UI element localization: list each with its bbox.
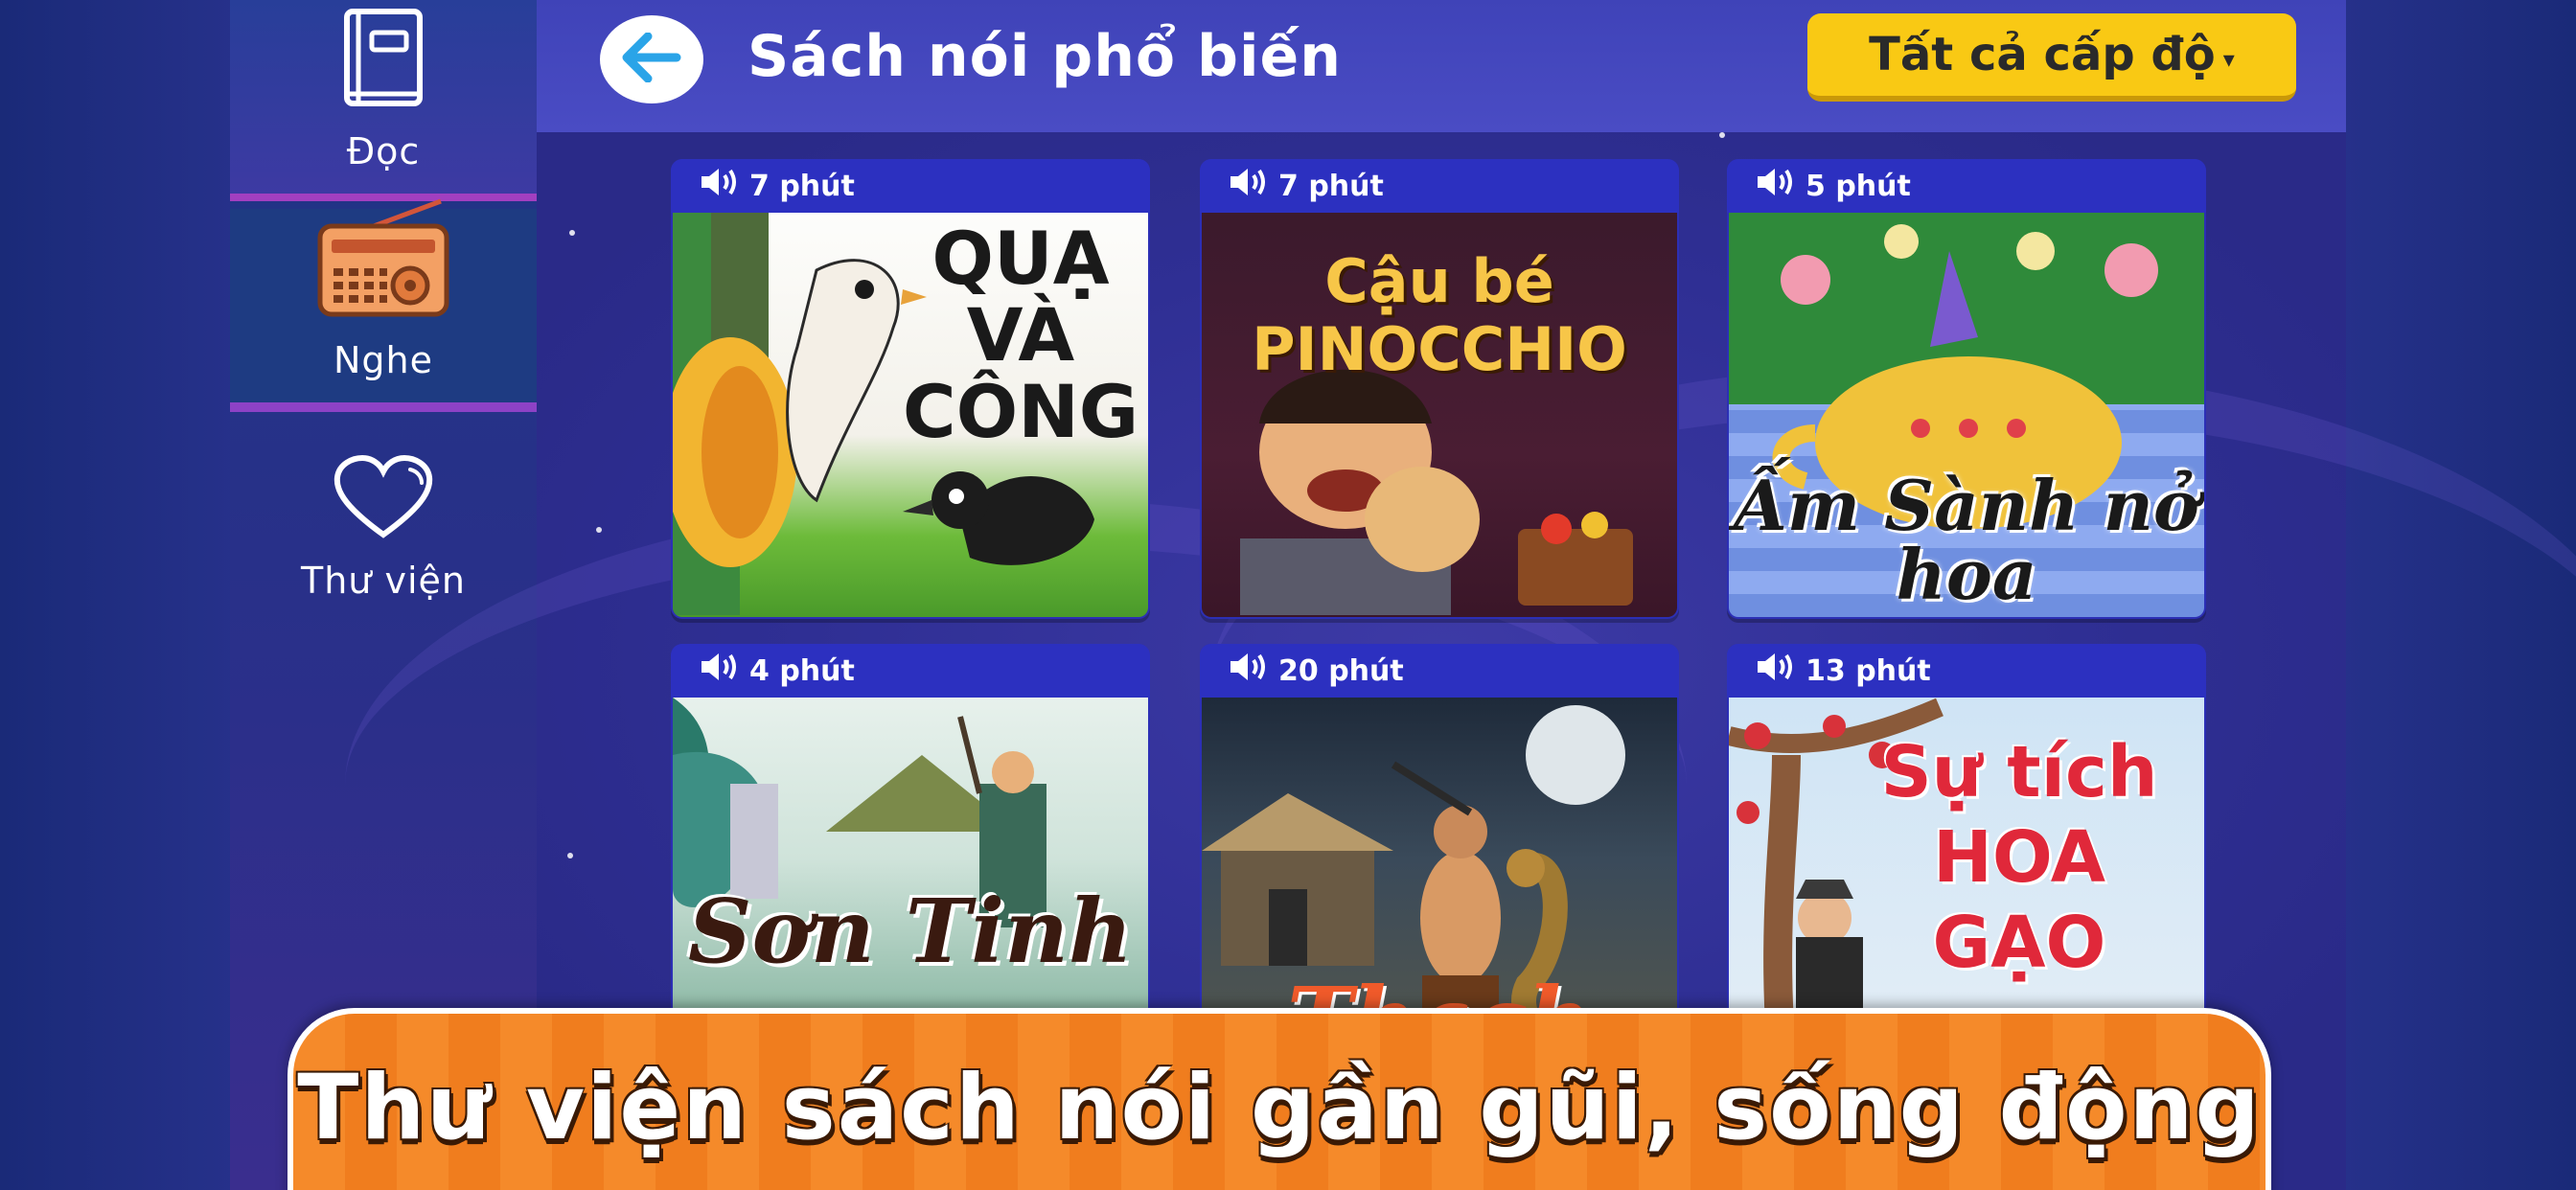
duration-label: 7 phút <box>1278 169 1384 203</box>
cover-title: Ấm Sành nở hoa <box>1734 465 2199 615</box>
duration-label: 5 phút <box>1806 169 1911 203</box>
card-header: 13 phút <box>1727 644 2206 698</box>
sidebar-item-label: Nghe <box>333 339 433 381</box>
banner-text: Thư viện sách nói gần gũi, sống động <box>297 1056 2262 1160</box>
speaker-icon <box>700 651 749 691</box>
cover-title: Cậu bé PINOCCHIO <box>1252 246 1627 385</box>
back-button[interactable] <box>600 15 703 103</box>
page-title: Sách nói phổ biến <box>748 23 1342 90</box>
arrow-left-icon <box>621 32 682 86</box>
book-icon <box>337 6 429 117</box>
card-header: 4 phút <box>671 644 1150 698</box>
cover-title: Sơn Tinh <box>688 880 1133 983</box>
star-decoration <box>567 853 573 858</box>
sidebar-item-thu-vien[interactable]: Thư viện <box>230 422 537 623</box>
star-decoration <box>569 230 575 236</box>
duration-label: 13 phút <box>1806 653 1931 688</box>
star-decoration <box>596 527 602 533</box>
page-header: Sách nói phổ biến Tất cả cấp độ ▾ <box>537 0 2346 132</box>
speaker-icon <box>700 166 749 206</box>
cover-title: QUẠ VÀ CÔNG <box>902 216 1139 454</box>
speaker-icon <box>1229 651 1278 691</box>
card-header: 7 phút <box>671 159 1150 213</box>
sidebar-item-nghe[interactable]: Nghe <box>230 198 537 412</box>
cover-title: Sự tích HOA GẠO <box>1880 731 2158 984</box>
duration-label: 7 phút <box>749 169 855 203</box>
level-filter-label: Tất cả cấp độ <box>1869 28 2216 81</box>
book-cover: QUẠ VÀ CÔNG <box>673 213 1148 617</box>
speaker-icon <box>1756 166 1806 206</box>
speaker-icon <box>1229 166 1278 206</box>
level-filter-dropdown[interactable]: Tất cả cấp độ ▾ <box>1807 13 2296 102</box>
sidebar-item-label: Đọc <box>346 130 421 172</box>
speaker-icon <box>1756 651 1806 691</box>
book-cover: Cậu bé PINOCCHIO <box>1202 213 1677 617</box>
book-card[interactable]: 7 phút Cậu bé PINOCCHIO <box>1200 159 1679 619</box>
book-card[interactable]: 7 phút QUẠ VÀ CÔNG <box>671 159 1150 619</box>
card-header: 5 phút <box>1727 159 2206 213</box>
radio-icon <box>316 197 450 326</box>
duration-label: 20 phút <box>1278 653 1404 688</box>
card-header: 7 phút <box>1200 159 1679 213</box>
duration-label: 4 phút <box>749 653 855 688</box>
sidebar-item-label: Thư viện <box>301 560 466 602</box>
heart-icon <box>330 454 437 546</box>
sidebar-item-doc[interactable]: Đọc <box>230 0 537 201</box>
book-card[interactable]: 5 phút Ấm Sành nở hoa <box>1727 159 2206 619</box>
book-cover: Ấm Sành nở hoa <box>1729 213 2204 617</box>
star-decoration <box>1719 132 1725 138</box>
chevron-down-icon: ▾ <box>2222 46 2235 73</box>
card-header: 20 phút <box>1200 644 1679 698</box>
promo-banner: Thư viện sách nói gần gũi, sống động <box>288 1008 2271 1190</box>
